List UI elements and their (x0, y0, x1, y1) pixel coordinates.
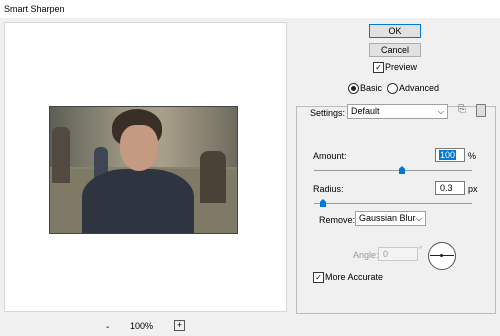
basic-radio[interactable] (348, 83, 359, 94)
radio-selected-dot (351, 86, 356, 91)
radius-value: 0.3 (440, 183, 453, 193)
settings-label: Settings: (310, 108, 346, 118)
cancel-button[interactable]: Cancel (369, 43, 421, 57)
angle-dial-center (440, 254, 443, 257)
title-bar: Smart Sharpen (0, 0, 500, 18)
zoom-out-button[interactable]: - (106, 322, 109, 333)
radius-slider-track[interactable] (314, 203, 472, 204)
angle-label: Angle: (353, 250, 379, 260)
preview-checkbox[interactable]: ✓ (373, 62, 384, 73)
angle-input: 0 (378, 247, 418, 261)
trash-icon[interactable] (476, 104, 486, 117)
advanced-label: Advanced (399, 83, 440, 93)
more-accurate-checkbox[interactable]: ✓ (313, 272, 324, 283)
remove-select[interactable]: Gaussian Blur ⌵ (355, 211, 426, 226)
save-preset-icon[interactable]: ⎘ (458, 104, 466, 115)
radius-input[interactable]: 0.3 (435, 181, 465, 195)
amount-input[interactable]: 100 (435, 148, 465, 162)
ok-button[interactable]: OK (369, 24, 421, 38)
angle-dial (428, 242, 456, 270)
window-title: Smart Sharpen (4, 4, 65, 14)
amount-value: 100 (439, 150, 457, 160)
angle-unit: ° (419, 245, 423, 254)
remove-label: Remove: (319, 215, 356, 225)
settings-group (296, 106, 496, 314)
remove-value: Gaussian Blur (359, 213, 416, 223)
preview-image[interactable] (49, 106, 238, 234)
preview-label: Preview (385, 62, 418, 72)
basic-label: Basic (360, 83, 383, 93)
amount-slider-track[interactable] (314, 170, 472, 171)
amount-unit: % (468, 151, 477, 161)
radius-unit: px (468, 184, 478, 194)
advanced-radio[interactable] (387, 83, 398, 94)
settings-select[interactable]: Default ⌵ (347, 104, 448, 119)
zoom-level: 100% (130, 321, 154, 331)
more-accurate-label: More Accurate (325, 272, 384, 282)
chevron-down-icon: ⌵ (415, 214, 422, 223)
amount-label: Amount: (313, 151, 347, 161)
radius-label: Radius: (313, 184, 344, 194)
angle-value: 0 (383, 249, 389, 259)
settings-value: Default (351, 106, 380, 116)
zoom-in-button[interactable]: + (174, 320, 185, 331)
chevron-down-icon: ⌵ (437, 107, 444, 116)
